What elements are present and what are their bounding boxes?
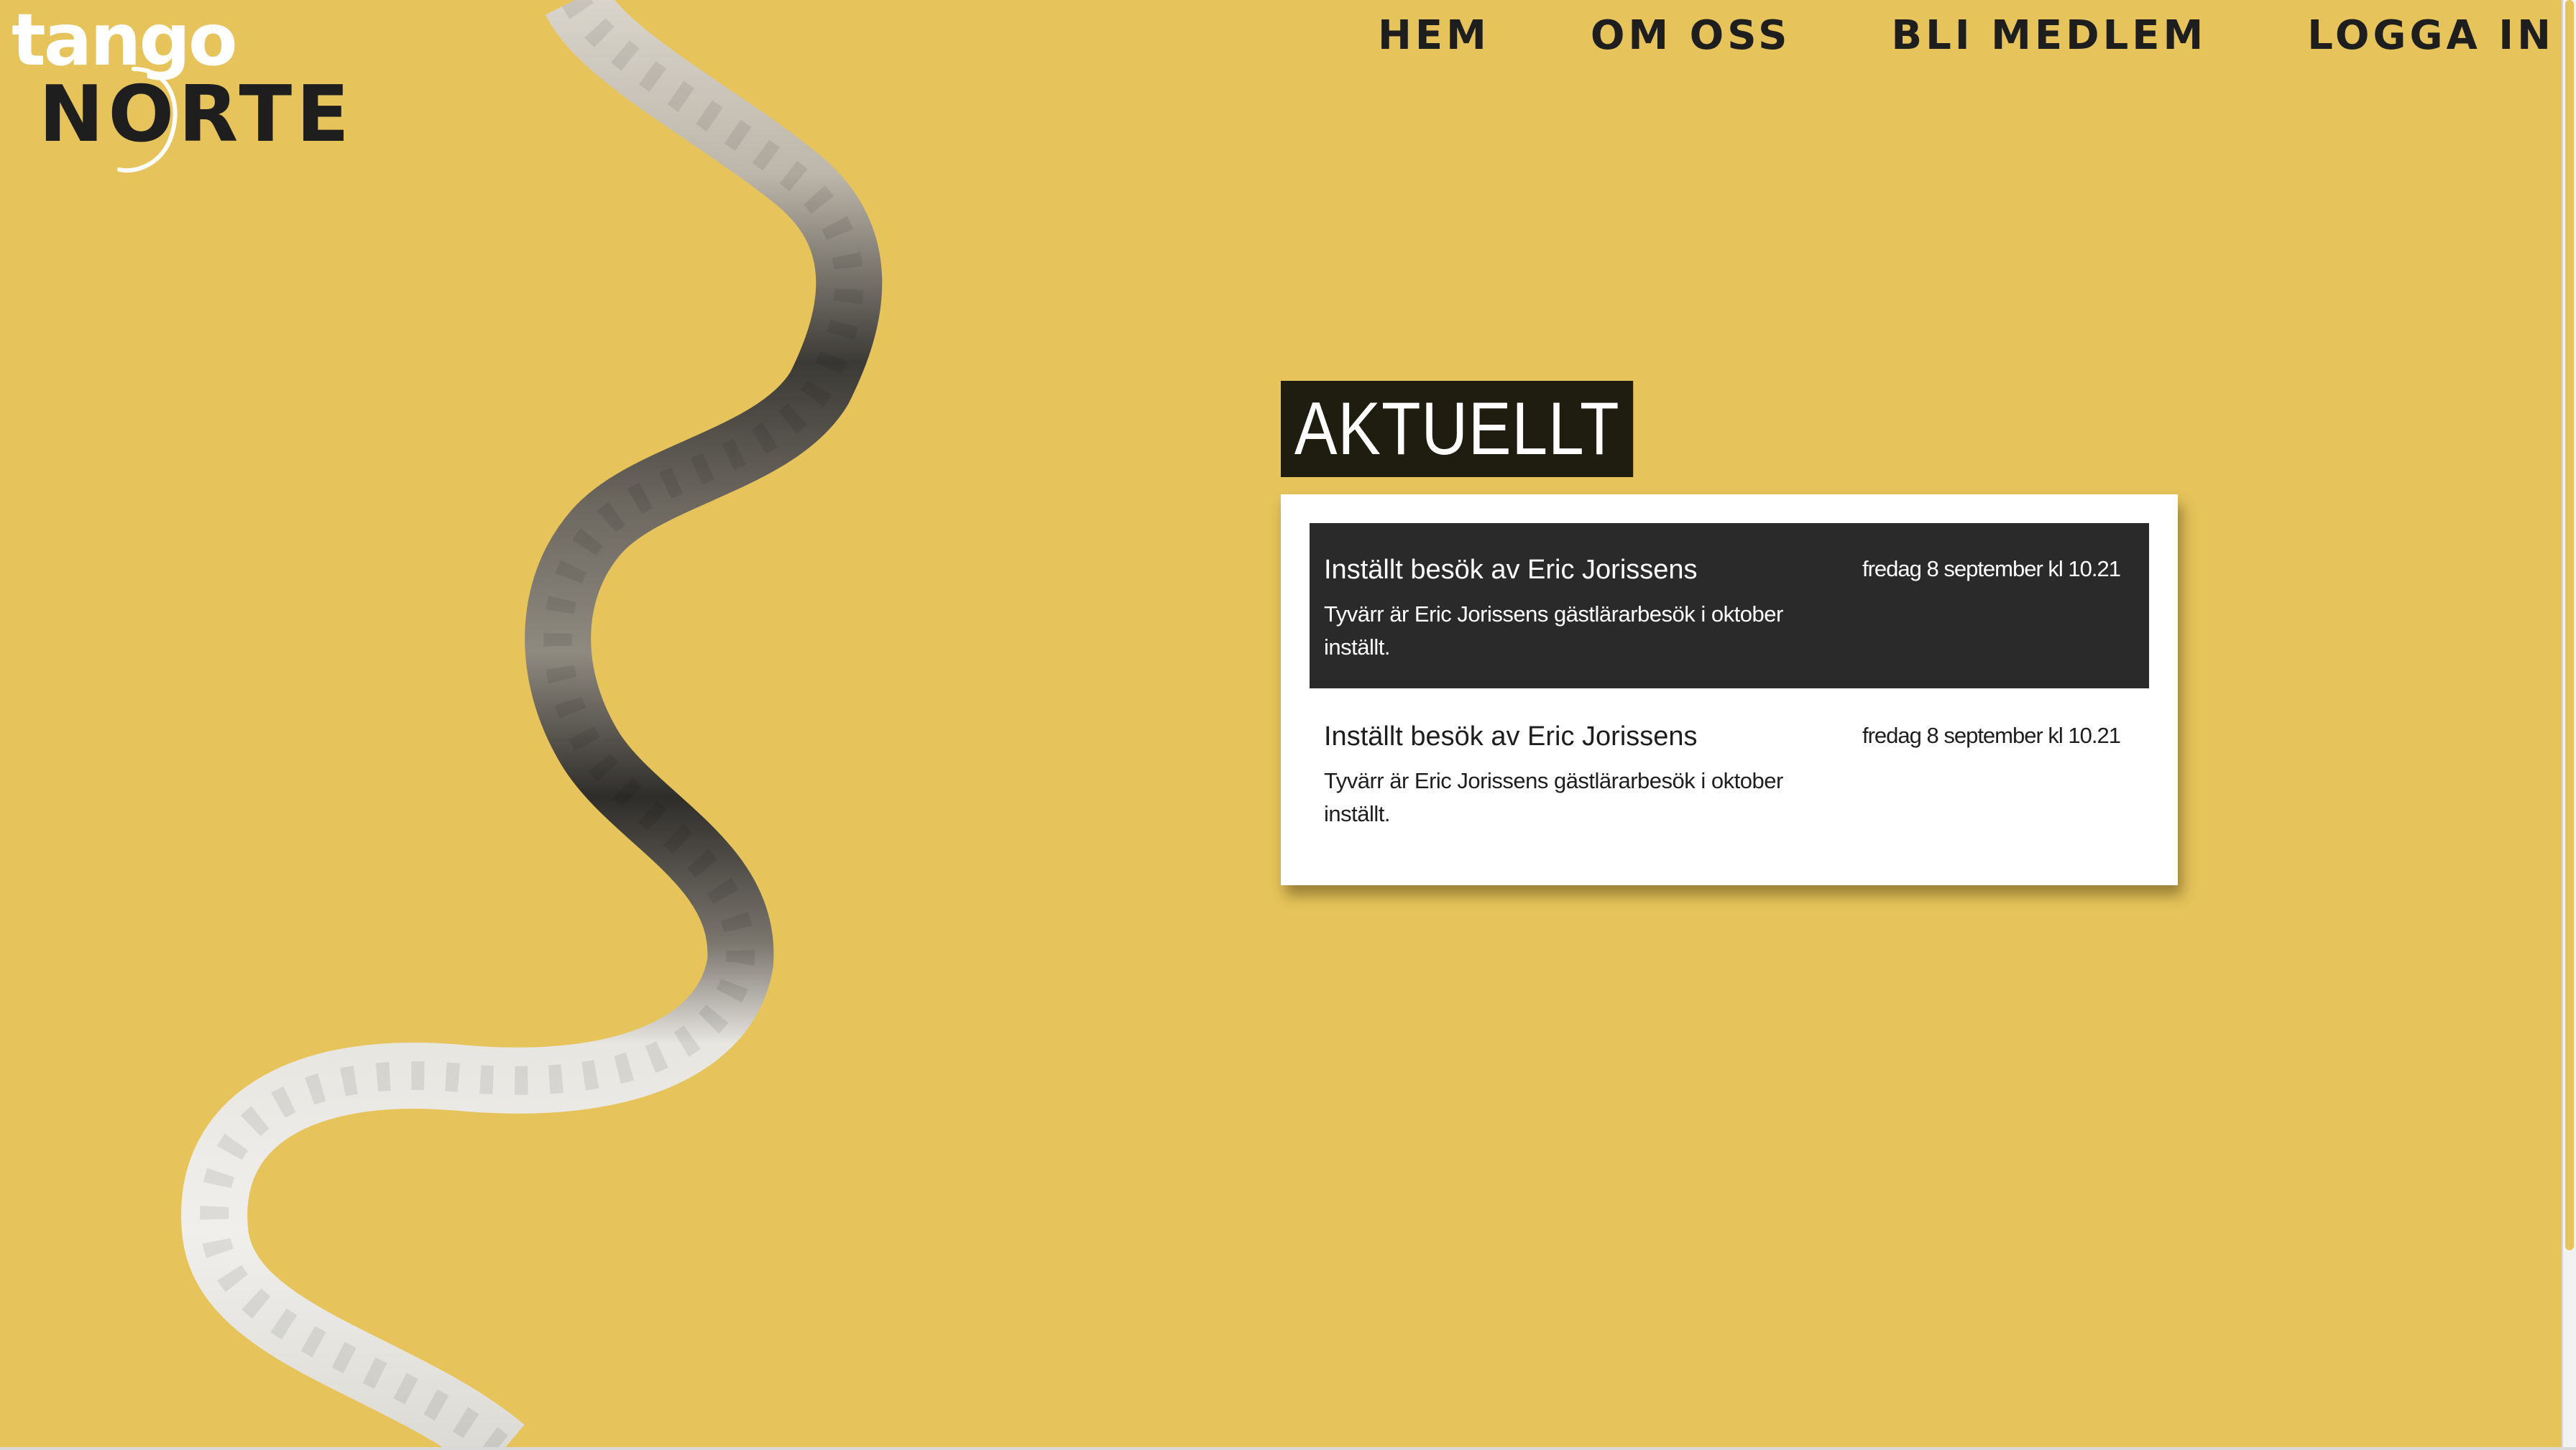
page: tango NORTE HEM OM OSS BLI MEDLEM LOGGA …: [0, 0, 2576, 1450]
news-list: Inställt besök av Eric Jorissens fredag …: [1281, 494, 2178, 885]
site-logo[interactable]: tango NORTE: [12, 4, 349, 173]
news-item[interactable]: Inställt besök av Eric Jorissens fredag …: [1310, 690, 2149, 855]
news-item-body: Tyvärr är Eric Jorissens gästlärarbesök …: [1324, 768, 1783, 826]
news-item-title: Inställt besök av Eric Jorissens: [1324, 555, 1698, 585]
nav-item-logga-in[interactable]: LOGGA IN: [2207, 7, 2554, 65]
decorative-photo-wave: [181, 0, 883, 1450]
nav-item-om-oss[interactable]: OM OSS: [1490, 7, 1791, 65]
news-item-body: Tyvärr är Eric Jorissens gästlärarbesök …: [1324, 601, 1783, 660]
scrollbar-thumb[interactable]: [2565, 0, 2574, 1250]
wave-band: [181, 0, 883, 1450]
news-item-title: Inställt besök av Eric Jorissens: [1324, 721, 1698, 752]
nav-item-hem[interactable]: HEM: [1277, 7, 1490, 65]
logo-text-norte: NORTE: [39, 70, 354, 160]
section-title: AKTUELLT: [1281, 381, 1634, 477]
main-navigation: HEM OM OSS BLI MEDLEM LOGGA IN: [1277, 7, 2554, 65]
logo-swirl-icon: [117, 67, 178, 173]
nav-item-bli-medlem[interactable]: BLI MEDLEM: [1790, 7, 2207, 65]
news-item-date: fredag 8 september kl 10.21: [1862, 556, 2121, 581]
window-bottom-edge: [0, 1447, 2576, 1450]
news-item[interactable]: Inställt besök av Eric Jorissens fredag …: [1310, 523, 2149, 688]
news-item-date: fredag 8 september kl 10.21: [1862, 723, 2121, 748]
scrollbar-track[interactable]: [2562, 0, 2576, 1450]
